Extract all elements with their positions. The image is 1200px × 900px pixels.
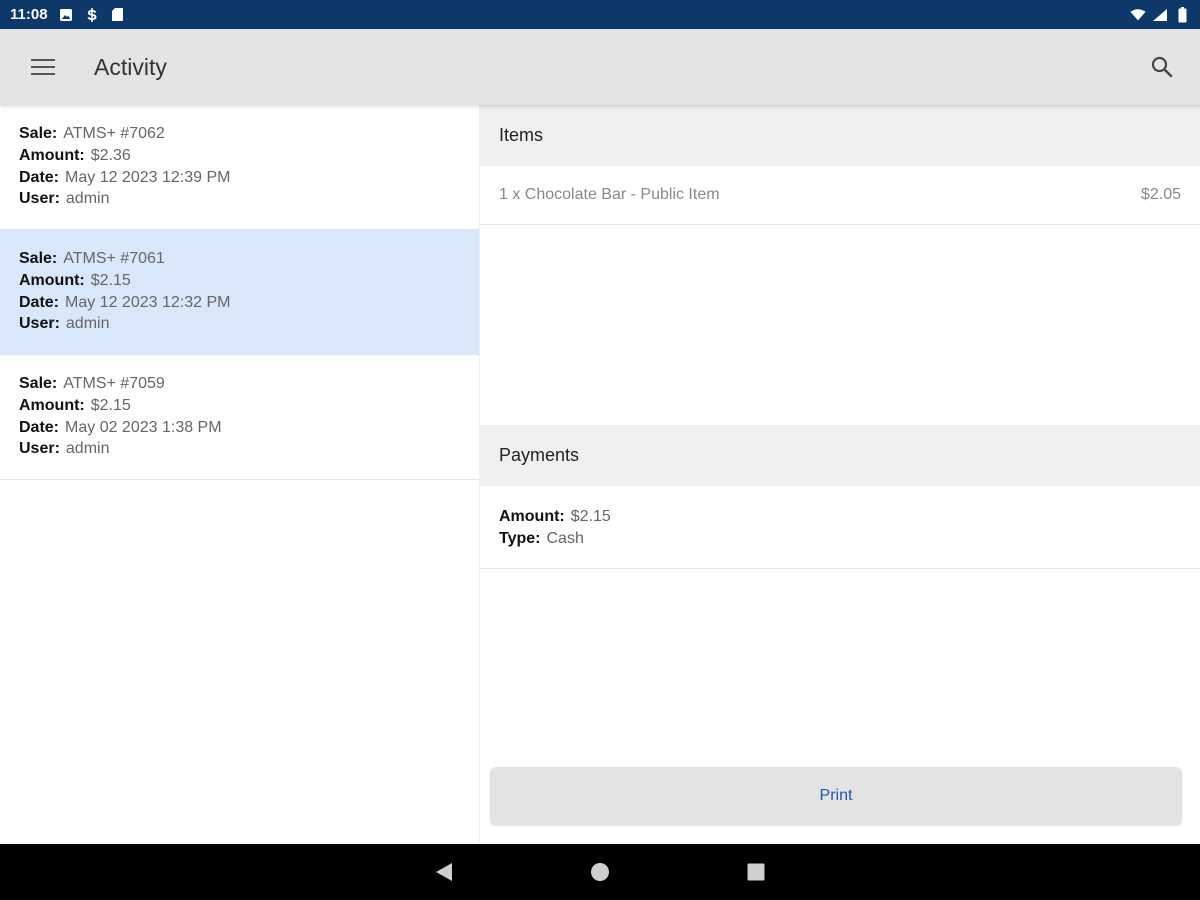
page-title: Activity <box>94 53 167 80</box>
wifi-icon <box>1130 7 1146 23</box>
sale-date: May 02 2023 1:38 PM <box>65 418 222 436</box>
sale-date: May 12 2023 12:39 PM <box>65 168 231 186</box>
amount-label: Amount: <box>19 396 85 414</box>
items-empty-area <box>480 225 1200 425</box>
sale-amount: $2.36 <box>90 146 131 164</box>
system-nav-bar <box>0 844 1200 900</box>
search-button[interactable] <box>1124 29 1200 105</box>
menu-button[interactable] <box>0 29 86 105</box>
date-label: Date: <box>19 418 60 436</box>
home-button[interactable] <box>588 860 612 884</box>
status-bar: 11:08 S <box>0 0 1200 29</box>
payment-amount: $2.15 <box>570 508 611 525</box>
sale-label: Sale: <box>19 375 58 392</box>
sale-label: Sale: <box>19 125 58 142</box>
payment-amount-label: Amount: <box>499 508 565 525</box>
home-icon <box>591 863 609 881</box>
recents-button[interactable] <box>744 860 768 884</box>
sale-date: May 12 2023 12:32 PM <box>65 293 231 311</box>
sale-detail-pane: Items 1 x Chocolate Bar - Public Item $2… <box>480 105 1200 844</box>
payment-type-label: Type: <box>499 530 541 547</box>
status-time: 11:08 <box>10 6 48 23</box>
amount-label: Amount: <box>19 146 85 164</box>
print-button[interactable]: Print <box>490 767 1182 825</box>
signal-icon <box>1152 7 1168 23</box>
user-label: User: <box>19 315 60 333</box>
item-price: $2.05 <box>1140 186 1181 203</box>
search-icon <box>1151 56 1173 78</box>
sale-list-item[interactable]: Sale: ATMS+ #7059 Amount: $2.15 Date: May 0… <box>0 355 479 480</box>
battery-icon <box>1174 6 1190 23</box>
user-label: User: <box>19 440 60 458</box>
sale-user: admin <box>65 440 110 458</box>
payment-entry: Amount: $2.15 Type: Cash <box>480 486 1200 569</box>
main-content: Sale: ATMS+ #7062 Amount: $2.36 Date: May 1… <box>0 105 1200 844</box>
sale-number: ATMS+ #7062 <box>63 125 165 142</box>
sd-card-icon <box>110 7 126 23</box>
recents-icon <box>747 863 765 881</box>
sales-list: Sale: ATMS+ #7062 Amount: $2.36 Date: May 1… <box>0 105 480 844</box>
sale-amount: $2.15 <box>90 396 131 414</box>
sale-list-item-selected[interactable]: Sale: ATMS+ #7061 Amount: $2.15 Date: May 1… <box>0 230 479 355</box>
sale-label: Sale: <box>19 250 58 267</box>
sale-user: admin <box>65 190 110 208</box>
sale-number: ATMS+ #7059 <box>63 375 165 392</box>
sale-amount: $2.15 <box>90 271 131 289</box>
payments-header: Payments <box>480 425 1200 486</box>
back-button[interactable] <box>432 860 456 884</box>
date-label: Date: <box>19 168 60 186</box>
image-notification-icon <box>58 7 74 23</box>
sale-user: admin <box>65 315 110 333</box>
item-row: 1 x Chocolate Bar - Public Item $2.05 <box>480 166 1200 225</box>
back-icon <box>436 863 452 881</box>
payment-type: Cash <box>546 530 584 547</box>
items-header: Items <box>480 105 1200 166</box>
s-notification-icon: S <box>84 7 100 23</box>
menu-icon <box>31 59 55 75</box>
sale-number: ATMS+ #7061 <box>63 250 165 267</box>
user-label: User: <box>19 190 60 208</box>
app-bar: Activity <box>0 29 1200 105</box>
amount-label: Amount: <box>19 271 85 289</box>
date-label: Date: <box>19 293 60 311</box>
item-description: 1 x Chocolate Bar - Public Item <box>499 186 720 203</box>
sale-list-item[interactable]: Sale: ATMS+ #7062 Amount: $2.36 Date: May 1… <box>0 105 479 230</box>
